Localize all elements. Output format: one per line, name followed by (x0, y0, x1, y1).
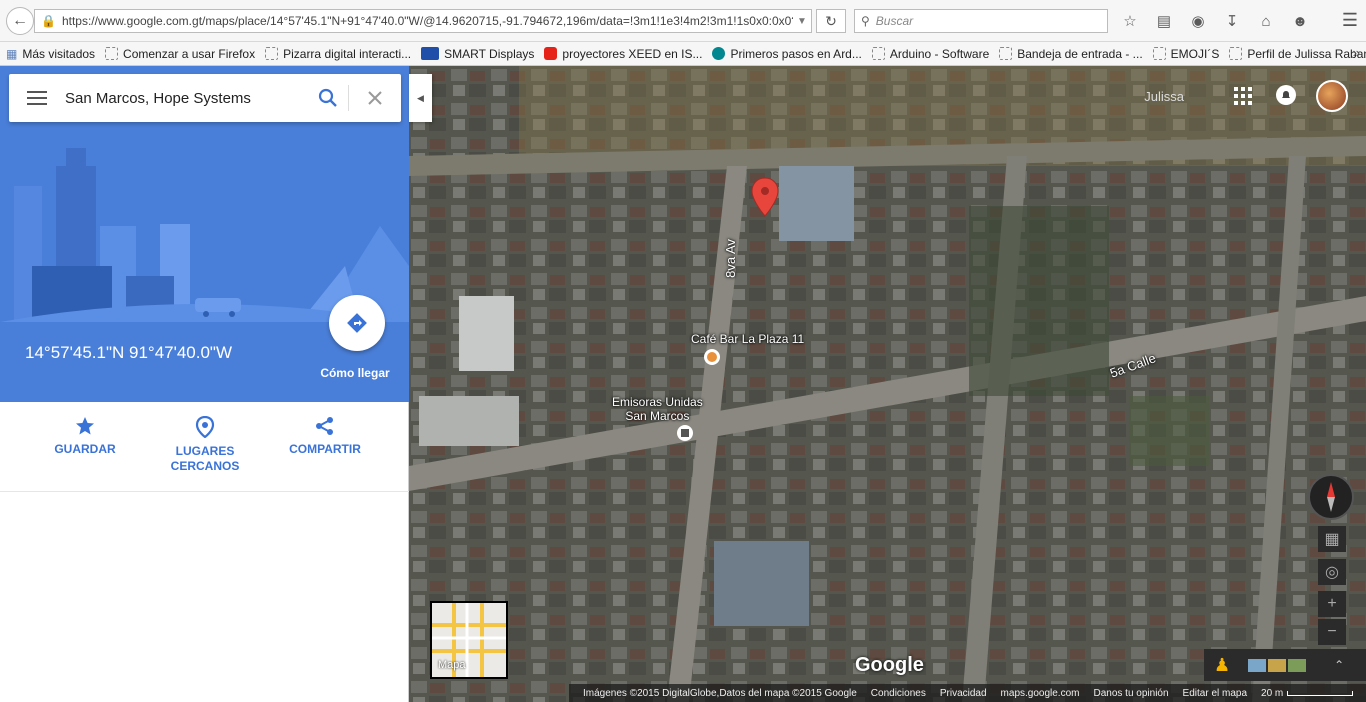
search-placeholder: Buscar (875, 14, 914, 28)
imagery-thumb-icon[interactable] (1288, 658, 1307, 672)
page-icon (871, 47, 885, 60)
bookmark-item[interactable]: SMART Displays (421, 47, 534, 61)
directions-button[interactable] (329, 295, 385, 351)
url-text[interactable]: https://www.google.com.gt/maps/place/14°… (62, 14, 793, 28)
folder-icon: ▦ (6, 47, 18, 61)
chevron-left-icon: ◀ (417, 92, 424, 103)
lock-icon: 🔒 (41, 14, 56, 28)
apps-grid-icon[interactable] (1234, 87, 1252, 110)
hamburger-menu-icon[interactable]: ☰ (1342, 10, 1358, 31)
bookmark-item[interactable]: ▦ Más visitados (6, 47, 95, 62)
poi-label-emisoras[interactable]: Emisoras Unidas San Marcos (612, 395, 703, 423)
side-panel: 14°57'45.1"N 91°47'40.0"W Cómo llegar GU… (0, 66, 409, 702)
page-icon (999, 47, 1013, 60)
reload-icon: ↻ (825, 12, 837, 29)
close-icon[interactable] (349, 91, 401, 105)
scale-label: 20 m (1261, 687, 1284, 699)
imagery-thumb-icon[interactable] (1268, 658, 1287, 672)
directions-label[interactable]: Cómo llegar (300, 366, 409, 380)
page-icon (105, 47, 119, 60)
bookmarks-overflow-icon[interactable]: » (1353, 45, 1360, 60)
expand-up-icon[interactable]: ⌃ (1334, 658, 1344, 672)
privacy-link[interactable]: Privacidad (940, 688, 987, 699)
map-imagery (409, 66, 1366, 702)
bookmark-item[interactable]: EMOJI´S (1152, 47, 1219, 61)
youtube-icon (544, 47, 558, 60)
place-pin-icon (195, 416, 215, 438)
layers-grid-button[interactable]: ▦ (1318, 526, 1346, 552)
user-name[interactable]: Julissa (1144, 89, 1184, 104)
search-card (9, 74, 401, 122)
search-input[interactable] (65, 89, 308, 107)
avatar[interactable] (1316, 80, 1348, 112)
collapse-panel-button[interactable]: ◀ (409, 74, 432, 122)
google-logo: Google (855, 654, 924, 676)
save-button[interactable]: GUARDAR (25, 416, 145, 456)
bookmark-item[interactable]: proyectores XEED en IS... (544, 47, 702, 61)
home-icon[interactable]: ⌂ (1254, 10, 1278, 32)
smart-icon (421, 47, 440, 60)
url-bar[interactable]: 🔒 https://www.google.com.gt/maps/place/1… (34, 9, 812, 33)
compass-icon[interactable] (1308, 474, 1354, 520)
browser-search-box[interactable]: ⚲ Buscar (854, 9, 1108, 33)
imagery-thumb-icon[interactable] (1248, 658, 1267, 672)
browser-toolbar: ← 🔒 https://www.google.com.gt/maps/place… (0, 0, 1366, 42)
poi-label-cafe[interactable]: Café Bar La Plaza 11 (691, 332, 804, 346)
arduino-icon (712, 47, 726, 60)
notifications-bell-icon[interactable] (1276, 85, 1296, 105)
action-row: GUARDAR LUGARES CERCANOS COMPARTIR (0, 402, 409, 492)
satellite-map[interactable]: 8va Av 5a Calle Café Bar La Plaza 11 Emi… (409, 66, 1366, 702)
attribution-text: Imágenes ©2015 DigitalGlobe,Datos del ma… (583, 687, 857, 699)
share-button[interactable]: COMPARTIR (265, 416, 385, 456)
maps-link[interactable]: maps.google.com (1001, 688, 1080, 699)
share-icon (316, 417, 333, 435)
bookmark-item[interactable]: Bandeja de entrada - ... (999, 47, 1143, 61)
bookmarks-bar: ▦ Más visitados Comenzar a usar Firefox P… (0, 42, 1366, 66)
page-icon (265, 47, 279, 60)
bookmark-star-icon[interactable]: ☆ (1118, 10, 1142, 32)
chevron-down-icon[interactable]: ▼ (793, 16, 811, 27)
bookmark-item[interactable]: Primeros pasos en Ard... (712, 47, 862, 61)
bookmark-item[interactable]: Arduino - Software (871, 47, 989, 61)
back-button[interactable]: ← (6, 6, 34, 35)
reload-button[interactable]: ↻ (816, 9, 846, 33)
nearby-places-button[interactable]: LUGARES CERCANOS (145, 416, 265, 474)
page-icon (1229, 47, 1243, 60)
feedback-link[interactable]: Danos tu opinión (1093, 688, 1168, 699)
toolbar-icons: ☆ ▤ ◉ ↧ ⌂ ☻ (1118, 10, 1312, 32)
street-label-8va-av: 8va Av (722, 239, 738, 278)
hero-illustration: 14°57'45.1"N 91°47'40.0"W Cómo llegar (0, 66, 409, 402)
street-view-bar: ♟ ⌃ (1204, 649, 1366, 681)
pegman-icon[interactable]: ♟ (1214, 655, 1230, 676)
hamburger-menu-icon[interactable] (9, 91, 65, 105)
directions-icon (347, 313, 367, 333)
bookmark-item[interactable]: Comenzar a usar Firefox (105, 47, 255, 61)
map-footer: Imágenes ©2015 DigitalGlobe,Datos del ma… (569, 684, 1366, 702)
bookmark-item[interactable]: Pizarra digital interacti... (265, 47, 411, 61)
search-icon: ⚲ (861, 14, 870, 28)
thumbnail-label: Mapa (438, 659, 466, 671)
back-arrow-icon: ← (12, 11, 28, 29)
bookmark-item[interactable]: Perfil de Julissa Raban... (1229, 47, 1366, 61)
page-icon (1152, 47, 1166, 60)
search-icon[interactable] (308, 88, 348, 108)
edit-map-link[interactable]: Editar el mapa (1183, 688, 1247, 699)
scale-bar (1287, 690, 1354, 696)
map-type-thumbnail[interactable]: Mapa (430, 601, 508, 679)
zoom-out-button[interactable]: − (1318, 619, 1346, 645)
coordinates-title: 14°57'45.1"N 91°47'40.0"W (25, 343, 233, 362)
star-icon (76, 417, 94, 435)
pocket-icon[interactable]: ◉ (1186, 10, 1210, 32)
reading-list-icon[interactable]: ▤ (1152, 10, 1176, 32)
my-location-button[interactable]: ◎ (1318, 559, 1346, 585)
zoom-in-button[interactable]: + (1318, 591, 1346, 617)
terms-link[interactable]: Condiciones (871, 688, 926, 699)
chat-icon[interactable]: ☻ (1288, 10, 1312, 32)
download-icon[interactable]: ↧ (1220, 10, 1244, 32)
